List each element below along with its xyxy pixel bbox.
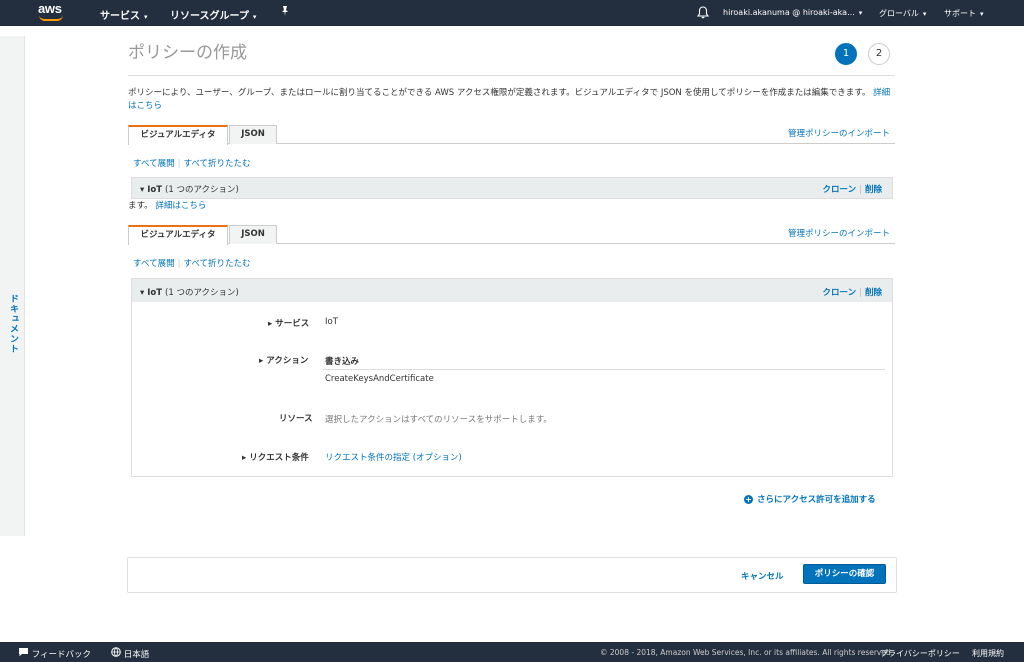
caret-down-icon: ▾ [140,288,145,298]
chevron-down-icon: ▾ [858,9,863,17]
region-menu[interactable]: グローバル ▾ [879,8,926,19]
bell-icon[interactable] [696,6,710,22]
tab-json[interactable]: JSON [229,225,277,244]
aws-logo[interactable]: aws [38,2,68,24]
expand-collapse-links: すべて展開 | すべて折りたたむ [133,159,251,169]
delete-button[interactable]: 削除 [865,288,882,298]
service-value: IoT [325,317,338,327]
wizard-step-2: 2 [868,43,890,65]
caret-down-icon: ▾ [140,185,145,195]
tab-json[interactable]: JSON [229,125,277,144]
aws-smile-icon [39,15,63,21]
globe-icon [111,647,124,660]
resources-row-label: リソース [279,414,313,424]
chevron-down-icon: ▾ [252,13,257,21]
specify-request-conditions-link[interactable]: リクエスト条件の指定 (オプション) [325,451,462,463]
editor-tabs: ビジュアルエディタ JSON [128,125,895,145]
chevron-down-icon: ▾ [922,10,927,18]
delete-button[interactable]: 削除 [865,185,882,195]
policy-description: ポリシーにより、ユーザー、グループ、またはロールに割り当てることができる AWS… [128,88,891,111]
copyright-text: © 2008 - 2018, Amazon Web Services, Inc.… [600,648,894,657]
terms-of-use-link[interactable]: 利用規約 [972,648,1004,659]
documentation-tab-label[interactable]: ドキュメント [4,294,20,354]
page-title: ポリシーの作成 [128,43,247,63]
resources-value: 選択したアクションはすべてのリソースをサポートします。 [325,415,552,425]
account-menu[interactable]: hiroaki.akanuma @ hiroaki-aka... ▾ [723,8,862,17]
statement-header[interactable]: ▾ IoT (1 つのアクション) クローン | 削除 [131,278,893,303]
expand-all-link[interactable]: すべて展開 [133,259,175,269]
action-value: CreateKeysAndCertificate [325,374,434,384]
bottom-bar: フィードバック 日本語 © 2008 - 2018, Amazon Web Se… [0,642,1024,662]
wizard-step-1: 1 [835,43,857,65]
clone-button[interactable]: クローン [823,185,857,195]
chevron-down-icon: ▾ [144,13,148,21]
request-conditions-row-label[interactable]: ▸ リクエスト条件 [242,451,309,463]
resource-groups-menu[interactable]: リソースグループ ▾ [170,7,256,22]
chevron-down-icon: ▾ [980,10,984,18]
chat-bubble-icon [18,648,32,660]
caret-right-icon: ▸ [242,453,247,463]
service-row-label[interactable]: ▸ サービス [268,317,309,329]
description-fragment: ます。 詳細はこちら [128,201,207,211]
import-managed-policy-link[interactable]: 管理ポリシーのインポート [788,227,890,239]
collapse-all-link[interactable]: すべて折りたたむ [183,259,250,269]
top-navigation-bar: aws サービス ▾ リソースグループ ▾ hiroaki.akanuma @ hi… [0,0,1024,26]
editor-tabs: ビジュアルエディタ JSON [128,225,895,245]
action-group-label: 書き込み [325,357,360,367]
services-menu[interactable]: サービス ▾ [100,7,148,22]
language-selector[interactable]: 日本語 [111,647,149,660]
cancel-button[interactable]: キャンセル [741,570,784,582]
review-policy-button[interactable]: ポリシーの確認 [803,564,886,584]
add-additional-permissions-link[interactable]: + さらにアクセス許可を追加する [744,493,876,505]
pin-icon[interactable] [280,5,290,20]
caret-right-icon: ▸ [268,319,273,329]
plus-circle-icon: + [744,495,753,504]
support-menu[interactable]: サポート ▾ [944,8,984,19]
expand-collapse-links: すべて展開 | すべて折りたたむ [133,259,251,269]
statement-header[interactable]: ▾ IoT (1 つのアクション) クローン | 削除 [131,177,893,199]
documentation-side-panel[interactable]: ドキュメント [0,36,25,536]
details-link[interactable]: 詳細はこちら [155,201,206,211]
expand-all-link[interactable]: すべて展開 [133,159,175,169]
tab-visual-editor[interactable]: ビジュアルエディタ [128,125,228,145]
divider [128,75,895,76]
privacy-policy-link[interactable]: プライバシーポリシー [880,648,960,659]
divider [323,369,885,370]
caret-right-icon: ▸ [259,356,264,366]
clone-button[interactable]: クローン [823,288,857,298]
feedback-button[interactable]: フィードバック [18,647,91,660]
actions-row-label[interactable]: ▸ アクション [259,354,308,366]
import-managed-policy-link[interactable]: 管理ポリシーのインポート [788,127,890,139]
tab-visual-editor[interactable]: ビジュアルエディタ [128,225,228,245]
collapse-all-link[interactable]: すべて折りたたむ [183,159,250,169]
